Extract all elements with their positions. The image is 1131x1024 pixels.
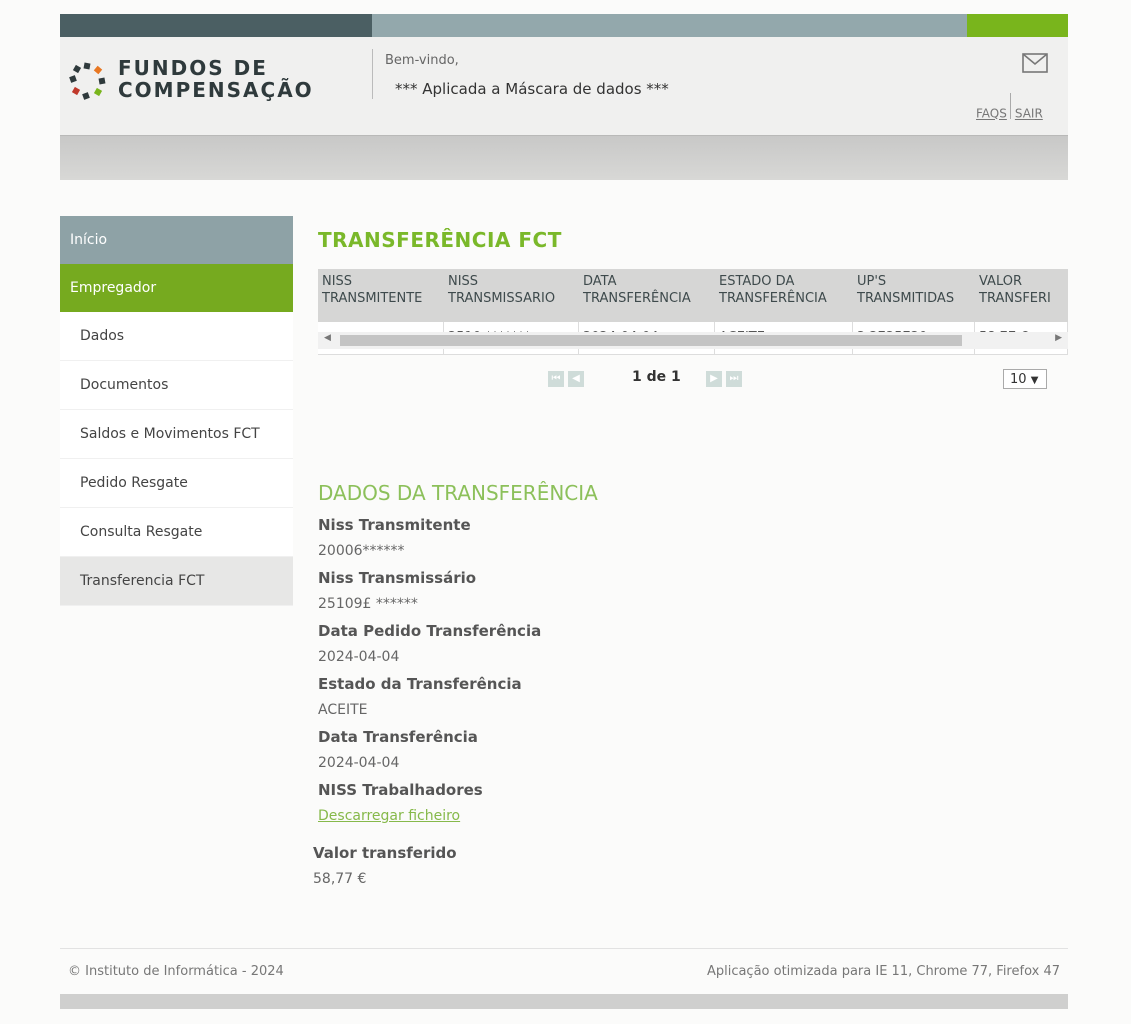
col-header-line: NISS — [322, 274, 353, 289]
field-value: ACEITE — [318, 702, 368, 718]
col-header-line: UP'S — [857, 274, 887, 289]
col-header-line: ESTADO DA — [719, 274, 795, 289]
logo-text: FUNDOS DE COMPENSAÇÃO — [118, 57, 314, 101]
welcome-text: Bem-vindo, — [385, 53, 459, 68]
transfer-details: DADOS DA TRANSFERÊNCIA Niss Transmitente… — [313, 481, 818, 894]
col-header-ups[interactable]: UP'S TRANSMITIDAS — [853, 269, 975, 322]
field-label: Niss Transmissário — [318, 569, 477, 587]
footer-browser-note: Aplicação otimizada para IE 11, Chrome 7… — [706, 964, 1060, 979]
sidebar-item-transferencia-fct[interactable]: Transferencia FCT — [60, 557, 293, 606]
sidebar-item-empregador[interactable]: Empregador — [60, 264, 293, 312]
strip-grey — [372, 14, 967, 37]
col-header-line: TRANSMITIDAS — [857, 291, 955, 306]
page-title: TRANSFERÊNCIA FCT — [318, 228, 562, 252]
col-header-data-transferencia[interactable]: DATA TRANSFERÊNCIA — [579, 269, 715, 322]
prev-page-icon[interactable]: ◀ — [568, 371, 584, 387]
col-header-line: NISS — [448, 274, 479, 289]
faqs-link[interactable]: FAQS — [976, 107, 1007, 121]
sub-header-bar — [60, 135, 1068, 180]
next-page-icon[interactable]: ▶ — [706, 371, 722, 387]
sidebar-item-saldos[interactable]: Saldos e Movimentos FCT — [60, 410, 293, 459]
page-size-select[interactable]: 10 ▼ — [1003, 369, 1047, 389]
col-header-line: TRANSFERI — [979, 291, 1051, 306]
header: FUNDOS DE COMPENSAÇÃO Bem-vindo, *** Apl… — [60, 37, 1068, 135]
footer-bar — [60, 994, 1068, 1009]
last-page-icon[interactable]: ⏭ — [726, 371, 742, 387]
main-content: TRANSFERÊNCIA FCT NISS TRANSMITENTE NISS T… — [313, 228, 1068, 887]
field-label: Estado da Transferência — [318, 675, 522, 693]
col-header-line: TRANSMISSARIO — [448, 291, 556, 306]
table-header: NISS TRANSMITENTE NISS TRANSMISSARIO DATA T… — [318, 269, 1068, 322]
sidebar-item-consulta-resgate[interactable]: Consulta Resgate — [60, 508, 293, 557]
col-header-line: TRANSFERÊNCIA — [719, 291, 827, 306]
download-file-link[interactable]: Descarregar ficheiro — [318, 808, 460, 824]
logo[interactable]: FUNDOS DE COMPENSAÇÃO — [68, 57, 368, 117]
horizontal-scrollbar[interactable]: ◀ ▶ — [318, 332, 1068, 349]
sidebar-item-dados[interactable]: Dados — [60, 312, 293, 361]
strip-dark — [60, 14, 372, 37]
niss-trabalhadores-label: NISS Trabalhadores — [318, 781, 483, 799]
scroll-right-icon[interactable]: ▶ — [1055, 333, 1062, 343]
mail-icon[interactable] — [1022, 53, 1048, 77]
field-value: 25109£ ****** — [318, 596, 418, 612]
col-header-line: DATA — [583, 274, 617, 289]
sidebar-item-documentos[interactable]: Documentos — [60, 361, 293, 410]
logo-icon — [69, 62, 106, 100]
download-row: Descarregar ficheiro — [318, 802, 818, 831]
valor-label: Valor transferido — [313, 844, 457, 862]
top-color-strip — [60, 14, 1068, 37]
valor-value: 58,77 € — [313, 871, 367, 887]
sidebar-item-pedido-resgate[interactable]: Pedido Resgate — [60, 459, 293, 508]
field-label: Data Pedido Transferência — [318, 622, 542, 640]
field-value: 20006****** — [318, 543, 405, 559]
col-header-line: TRANSFERÊNCIA — [583, 291, 691, 306]
logo-line-2: COMPENSAÇÃO — [118, 78, 314, 102]
sidebar: Início Empregador Dados Documentos Saldo… — [60, 216, 293, 606]
scrollbar-thumb[interactable] — [340, 335, 962, 346]
field-value: 2024-04-04 — [318, 755, 400, 771]
field-value: 2024-04-04 — [318, 649, 400, 665]
chevron-down-icon: ▼ — [1030, 375, 1039, 386]
footer-divider — [60, 948, 1068, 949]
page-frame: FUNDOS DE COMPENSAÇÃO Bem-vindo, *** Apl… — [60, 14, 1068, 1014]
col-header-niss-transmissario[interactable]: NISS TRANSMISSARIO — [444, 269, 579, 322]
header-links: FAQS SAIR — [976, 93, 1043, 127]
link-separator — [1009, 93, 1011, 119]
sair-link[interactable]: SAIR — [1015, 107, 1043, 121]
header-divider — [372, 49, 373, 99]
col-header-estado[interactable]: ESTADO DA TRANSFERÊNCIA — [715, 269, 853, 322]
col-header-line: VALOR — [979, 274, 1022, 289]
col-header-line: TRANSMITENTE — [322, 291, 423, 306]
page-info: 1 de 1 — [632, 369, 681, 385]
paginator: ⏮ ◀ 1 de 1 ▶ ⏭ 10 ▼ — [318, 368, 1068, 392]
first-page-icon[interactable]: ⏮ — [548, 371, 564, 387]
col-header-valor[interactable]: VALOR TRANSFERI — [975, 269, 1068, 322]
page-size-value: 10 — [1010, 372, 1027, 387]
mask-notice: *** Aplicada a Máscara de dados *** — [395, 80, 669, 98]
strip-green — [967, 14, 1068, 37]
scroll-left-icon[interactable]: ◀ — [324, 333, 331, 343]
logo-line-1: FUNDOS DE — [118, 56, 268, 80]
field-label: Niss Transmitente — [318, 516, 471, 534]
sidebar-item-inicio[interactable]: Início — [60, 216, 293, 264]
col-header-niss-transmitente[interactable]: NISS TRANSMITENTE — [318, 269, 444, 322]
footer-copyright: © Instituto de Informática - 2024 — [68, 964, 284, 979]
field-label: Data Transferência — [318, 728, 478, 746]
details-title: DADOS DA TRANSFERÊNCIA — [318, 481, 598, 505]
